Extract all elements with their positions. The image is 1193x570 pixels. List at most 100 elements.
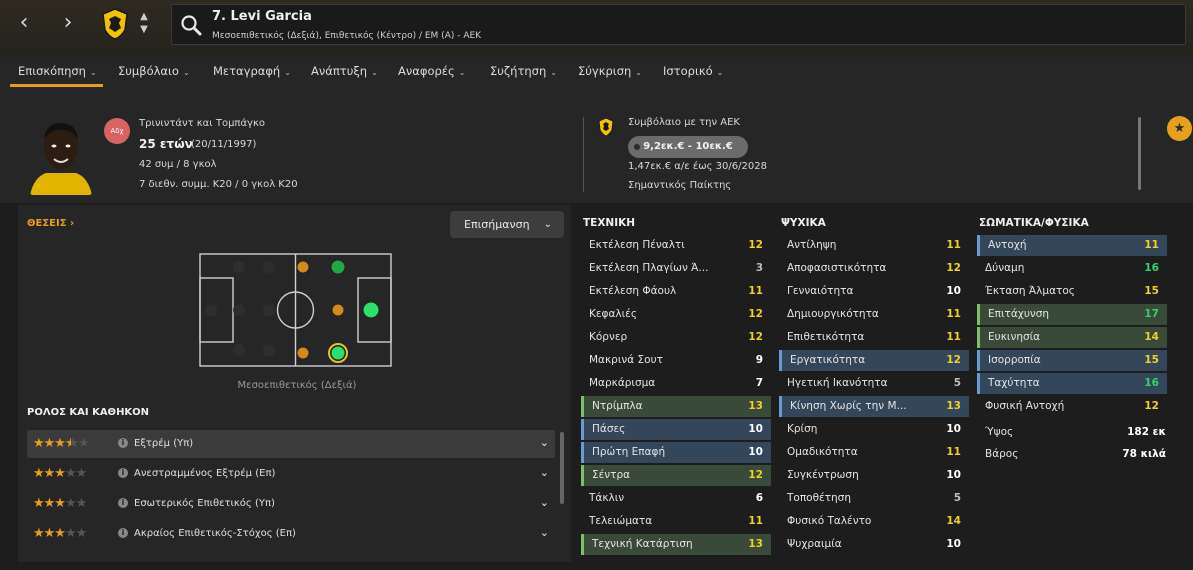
- attribute-name: Ντρίμπλα: [592, 400, 643, 412]
- attribute-name: Ψυχραιμία: [787, 538, 842, 550]
- selected-position-caption: Μεσοεπιθετικός (Δεξιά): [237, 380, 357, 391]
- attribute-row[interactable]: Τοποθέτηση 5: [779, 488, 969, 509]
- tab-comparison[interactable]: Σύγκριση ⌄: [578, 64, 642, 78]
- back-arrow-icon[interactable]: ‹: [12, 12, 36, 36]
- attribute-row[interactable]: Αντίληψη 11: [779, 235, 969, 256]
- attribute-row[interactable]: Μακρινά Σουτ 9: [581, 350, 771, 371]
- contract-title: Συμβόλαιο με την ΑΕΚ: [628, 117, 740, 128]
- attribute-row[interactable]: Συγκέντρωση 10: [779, 465, 969, 486]
- info-icon[interactable]: i: [118, 438, 128, 448]
- position-dot[interactable]: [331, 303, 345, 317]
- tab-development[interactable]: Ανάπτυξη ⌄: [311, 64, 378, 78]
- attribute-name: Μαρκάρισμα: [589, 377, 656, 389]
- tab-overview[interactable]: Επισκόπηση ⌄: [18, 64, 97, 78]
- highlight-dropdown[interactable]: Επισήμανση ⌄: [450, 211, 564, 238]
- attribute-row[interactable]: Εκτέλεση Πέναλτι 12: [581, 235, 771, 256]
- attribute-row[interactable]: Ταχύτητα 16: [977, 373, 1167, 394]
- attribute-row[interactable]: Μαρκάρισμα 7: [581, 373, 771, 394]
- attribute-row[interactable]: Εργατικότητα 12: [779, 350, 969, 371]
- chevron-down-icon: ⌄: [284, 68, 291, 77]
- attribute-row[interactable]: Κόρνερ 12: [581, 327, 771, 348]
- wage-value-pill[interactable]: 9,2εκ.€ - 10εκ.€: [628, 136, 748, 158]
- position-dot[interactable]: [330, 259, 346, 275]
- attribute-row[interactable]: Δύναμη 16: [977, 258, 1167, 279]
- attribute-row[interactable]: Αντοχή 11: [977, 235, 1167, 256]
- role-row[interactable]: ★★★★★ i Εσωτερικός Επιθετικός (Υπ) ⌄: [27, 490, 555, 518]
- attribute-row[interactable]: Κίνηση Χωρίς την Μ... 13: [779, 396, 969, 417]
- tab-transfer[interactable]: Μεταγραφή ⌄: [213, 64, 291, 78]
- chevron-down-icon[interactable]: ⌄: [540, 496, 549, 509]
- roles-title: ΡΟΛΟΣ ΚΑΙ ΚΑΘΗΚΟΝ: [27, 407, 150, 418]
- info-icon[interactable]: i: [118, 498, 128, 508]
- attribute-name: Δημιουργικότητα: [787, 308, 879, 320]
- player-name: 7. Levi Garcia: [212, 9, 312, 24]
- chevron-down-icon[interactable]: ⌄: [540, 436, 549, 449]
- attribute-row[interactable]: Δημιουργικότητα 11: [779, 304, 969, 325]
- search-icon[interactable]: [180, 14, 202, 36]
- attribute-value: 13: [748, 400, 763, 412]
- role-row[interactable]: ★★★★★ i Ανεστραμμένος Εξτρέμ (Επ) ⌄: [27, 460, 555, 488]
- attribute-row[interactable]: Φυσικό Ταλέντο 14: [779, 511, 969, 532]
- position-dot[interactable]: [330, 345, 346, 361]
- attribute-name: Επιθετικότητα: [787, 331, 865, 343]
- attribute-name: Τεχνική Κατάρτιση: [592, 538, 693, 550]
- role-row[interactable]: ★★★★★★ i Εξτρέμ (Υπ) ⌄: [27, 430, 555, 458]
- position-dot[interactable]: [296, 346, 310, 360]
- attribute-name: Αντίληψη: [787, 239, 837, 251]
- nationality-flag-icon[interactable]: Αδχ: [104, 118, 130, 144]
- attribute-row[interactable]: Τελειώματα 11: [581, 511, 771, 532]
- attribute-row[interactable]: Κρίση 10: [779, 419, 969, 440]
- attribute-row[interactable]: Ισορροπία 15: [977, 350, 1167, 371]
- tab-reports[interactable]: Αναφορές ⌄: [398, 64, 465, 78]
- attribute-row[interactable]: Αποφασιστικότητα 12: [779, 258, 969, 279]
- attribute-row[interactable]: Έκταση Άλματος 15: [977, 281, 1167, 302]
- attribute-row[interactable]: Σέντρα 12: [581, 465, 771, 486]
- info-icon[interactable]: i: [118, 528, 128, 538]
- attribute-row[interactable]: Πάσες 10: [581, 419, 771, 440]
- attribute-value: 7: [755, 377, 763, 389]
- attribute-row[interactable]: Εκτέλεση Φάουλ 11: [581, 281, 771, 302]
- attribute-row[interactable]: Ομαδικότητα 11: [779, 442, 969, 463]
- scrollbar[interactable]: [1138, 117, 1141, 190]
- tab-history[interactable]: Ιστορικό ⌄: [663, 64, 723, 78]
- positions-link[interactable]: ΘΕΣΕΙΣ ›: [27, 218, 74, 229]
- international-caps: 42 συμ / 8 γκολ: [139, 159, 217, 170]
- attribute-value: 12: [748, 469, 763, 481]
- player-switch-arrows-icon[interactable]: ▲ ▼: [138, 10, 150, 38]
- favourite-star-icon[interactable]: ★: [1167, 116, 1192, 141]
- attribute-value: 11: [1144, 239, 1159, 251]
- date-of-birth: (20/11/1997): [191, 139, 257, 150]
- attribute-row[interactable]: Τάκλιν 6: [581, 488, 771, 509]
- position-dot[interactable]: [362, 301, 380, 319]
- club-crest-icon[interactable]: [101, 8, 129, 40]
- positions-label: ΘΕΣΕΙΣ: [27, 218, 67, 229]
- star-rating-icon: ★★★★★★: [33, 436, 90, 451]
- tab-contract[interactable]: Συμβόλαιο ⌄: [118, 64, 190, 78]
- attribute-row[interactable]: Κεφαλιές 12: [581, 304, 771, 325]
- info-icon[interactable]: i: [118, 468, 128, 478]
- attribute-name: Τάκλιν: [589, 492, 625, 504]
- chevron-down-icon[interactable]: ⌄: [540, 466, 549, 479]
- scrollbar[interactable]: [560, 432, 564, 504]
- attribute-name: Εκτέλεση Πλαγίων Ά...: [589, 262, 709, 274]
- attribute-row[interactable]: Εκτέλεση Πλαγίων Ά... 3: [581, 258, 771, 279]
- attribute-row[interactable]: Γενναιότητα 10: [779, 281, 969, 302]
- attribute-row[interactable]: Πρώτη Επαφή 10: [581, 442, 771, 463]
- attribute-row[interactable]: Ντρίμπλα 13: [581, 396, 771, 417]
- attribute-row[interactable]: Επιθετικότητα 11: [779, 327, 969, 348]
- role-row[interactable]: ★★★★★ i Ακραίος Επιθετικός-Στόχος (Επ) ⌄: [27, 520, 555, 548]
- attribute-name: Φυσικό Ταλέντο: [787, 515, 872, 527]
- chevron-down-icon[interactable]: ⌄: [540, 526, 549, 539]
- attribute-row[interactable]: Ευκινησία 14: [977, 327, 1167, 348]
- attribute-row[interactable]: Επιτάχυνση 17: [977, 304, 1167, 325]
- nationality[interactable]: Τρινιντάντ και Τομπάγκο: [139, 118, 265, 129]
- attribute-row[interactable]: Ηγετική Ικανότητα 5: [779, 373, 969, 394]
- attribute-name: Ισορροπία: [988, 354, 1041, 366]
- attribute-row[interactable]: Φυσική Αντοχή 12: [977, 396, 1167, 417]
- position-dot[interactable]: [296, 260, 310, 274]
- forward-arrow-icon[interactable]: ›: [56, 12, 80, 36]
- tab-discussion[interactable]: Συζήτηση ⌄: [490, 64, 557, 78]
- attribute-row[interactable]: Τεχνική Κατάρτιση 13: [581, 534, 771, 555]
- attribute-row[interactable]: Ψυχραιμία 10: [779, 534, 969, 555]
- tab-label: Συζήτηση: [490, 64, 547, 78]
